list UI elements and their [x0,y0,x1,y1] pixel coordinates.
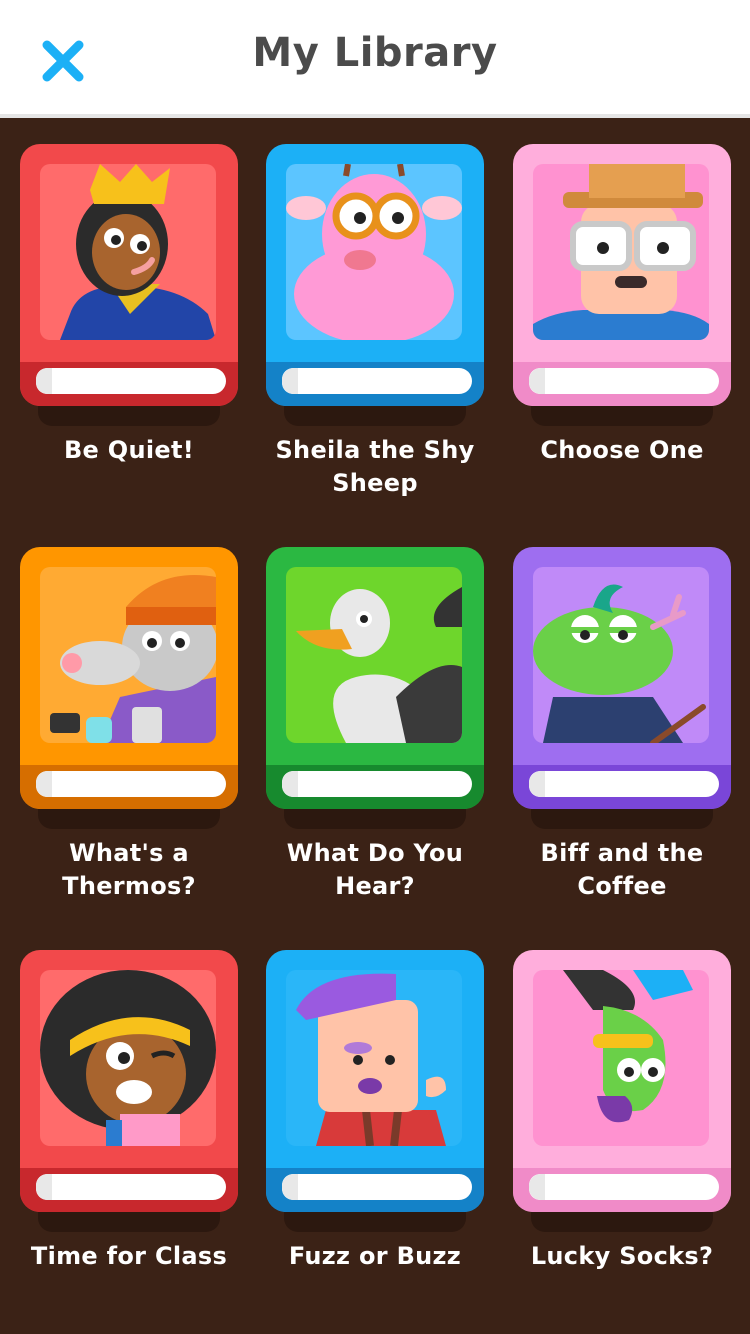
cover-frame [533,567,709,743]
top-bar: My Library [0,0,750,118]
book-choose-one[interactable]: Choose One [513,144,731,467]
book-title: Fuzz or Buzz [288,1242,462,1270]
book-biff-and-the-coffee[interactable]: Biff and the Coffee [513,547,731,903]
book-sheila-the-shy-sheep[interactable]: Sheila the Shy Sheep [266,144,484,500]
cover-frame [533,970,709,1146]
cover-frame [286,567,462,743]
book-lucky-socks[interactable]: Lucky Socks? [513,950,731,1273]
crowned-girl-icon [60,164,216,340]
cover-frame [533,164,709,340]
book-title: Sheila the Shy Sheep [275,436,475,497]
book-title: Biff and the Coffee [540,839,704,900]
girl-with-headband-icon [40,970,216,1146]
purple-haired-man-icon [296,973,446,1146]
cover-frame [286,970,462,1146]
book-cover [266,144,484,426]
book-cover [513,950,731,1232]
book-whats-a-thermos[interactable]: What's a Thermos? [20,547,238,903]
cover-frame [286,164,462,340]
page-title: My Library [252,30,498,76]
book-what-do-you-hear[interactable]: What Do You Hear? [266,547,484,903]
man-with-hat-icon [533,164,709,340]
book-title: Choose One [540,436,704,464]
book-title: Lucky Socks? [530,1242,714,1270]
book-cover [20,950,238,1232]
book-cover [513,144,731,426]
cover-frame [40,970,216,1146]
book-cover [266,547,484,829]
book-cover [513,547,731,829]
book-be-quiet[interactable]: Be Quiet! [20,144,238,467]
book-cover [20,144,238,426]
book-cover [20,547,238,829]
book-cover [266,950,484,1232]
book-title: Be Quiet! [63,436,195,464]
cover-frame [40,164,216,340]
library-grid: Be Quiet! Sheila the Shy Sheep Choose On… [0,122,750,1334]
book-fuzz-or-buzz[interactable]: Fuzz or Buzz [266,950,484,1273]
book-time-for-class[interactable]: Time for Class [20,950,238,1273]
book-title: What Do You Hear? [286,839,464,900]
book-title: Time for Class [30,1242,228,1270]
crocodile-icon [533,584,706,743]
rat-with-beanie-icon [50,575,216,743]
cover-frame [40,567,216,743]
pink-sheep-icon [286,164,462,340]
seagull-icon [296,587,462,743]
book-title: What's a Thermos? [62,839,196,900]
upside-down-lizard-icon [563,970,693,1123]
